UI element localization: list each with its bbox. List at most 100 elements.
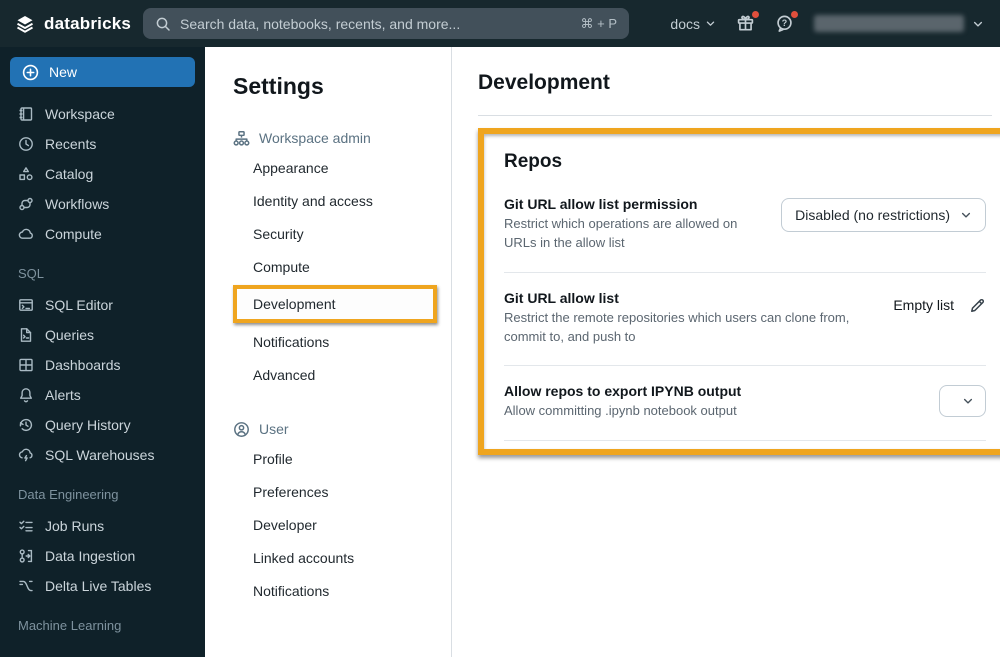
sidebar-section-data-engineering: Data Engineering bbox=[18, 487, 119, 502]
sidebar-item-label: Job Runs bbox=[45, 518, 105, 534]
clock-icon bbox=[18, 136, 34, 152]
search-shortcut-hint: ⌘ + P bbox=[580, 15, 618, 31]
sidebar-item-label: Query History bbox=[45, 417, 131, 433]
setting-row-git-url-allow-list: Git URL allow list Restrict the remote r… bbox=[504, 273, 986, 367]
page-title: Development bbox=[478, 71, 610, 94]
new-button-label: New bbox=[49, 64, 78, 80]
ipynb-output-dropdown[interactable] bbox=[939, 385, 986, 418]
settings-item-preferences[interactable]: Preferences bbox=[253, 475, 451, 508]
settings-item-security[interactable]: Security bbox=[253, 217, 451, 250]
bell-icon bbox=[18, 387, 34, 403]
settings-item-development[interactable]: Development bbox=[253, 290, 427, 318]
sidebar-item-label: SQL Warehouses bbox=[45, 447, 155, 463]
settings-item-linked-accounts[interactable]: Linked accounts bbox=[253, 541, 451, 574]
allow-list-value: Empty list bbox=[893, 297, 954, 314]
edit-pencil-icon[interactable] bbox=[969, 297, 986, 314]
delta-live-tables-icon bbox=[18, 578, 34, 594]
chevron-down-icon bbox=[972, 18, 984, 30]
settings-item-identity-and-access[interactable]: Identity and access bbox=[253, 184, 451, 217]
sidebar-item-compute[interactable]: Compute bbox=[0, 219, 205, 249]
sidebar-item-catalog[interactable]: Catalog bbox=[0, 159, 205, 189]
org-chart-icon bbox=[233, 130, 250, 147]
new-button[interactable]: New bbox=[10, 57, 195, 87]
sidebar-item-recents[interactable]: Recents bbox=[0, 129, 205, 159]
sidebar-item-label: Dashboards bbox=[45, 357, 121, 373]
databricks-logo-icon bbox=[14, 14, 36, 34]
user-circle-icon bbox=[233, 421, 250, 438]
setting-title: Git URL allow list permission bbox=[504, 196, 698, 212]
sidebar-item-job-runs[interactable]: Job Runs bbox=[0, 511, 205, 541]
sql-editor-icon bbox=[18, 297, 34, 313]
sidebar-item-label: Delta Live Tables bbox=[45, 578, 152, 594]
data-ingestion-icon bbox=[18, 548, 34, 564]
settings-section-user[interactable]: User bbox=[233, 416, 451, 442]
setting-description: Restrict the remote repositories which u… bbox=[504, 309, 850, 344]
docs-menu[interactable]: docs bbox=[670, 16, 716, 32]
sidebar-item-workspace[interactable]: Workspace bbox=[0, 99, 205, 129]
sidebar-item-data-ingestion[interactable]: Data Ingestion bbox=[0, 541, 205, 571]
sidebar-item-workflows[interactable]: Workflows bbox=[0, 189, 205, 219]
development-content: Development Repos Git URL allow list per… bbox=[452, 47, 1000, 657]
settings-section-workspace-admin[interactable]: Workspace admin bbox=[233, 125, 451, 151]
sidebar-section-sql: SQL bbox=[18, 266, 45, 281]
sidebar-item-alerts[interactable]: Alerts bbox=[0, 380, 205, 410]
chevron-down-icon bbox=[960, 209, 972, 221]
notification-dot bbox=[752, 11, 759, 18]
sidebar-item-dashboards[interactable]: Dashboards bbox=[0, 350, 205, 380]
admin-settings-list: Appearance Identity and access Security … bbox=[233, 151, 451, 391]
settings-item-notifications-admin[interactable]: Notifications bbox=[253, 325, 451, 358]
section-header-label: User bbox=[259, 421, 289, 437]
sidebar-item-query-history[interactable]: Query History bbox=[0, 410, 205, 440]
git-url-permission-dropdown[interactable]: Disabled (no restrictions) bbox=[781, 198, 986, 232]
chevron-down-icon bbox=[962, 395, 974, 407]
job-runs-icon bbox=[18, 518, 34, 534]
sidebar-item-sql-editor[interactable]: SQL Editor bbox=[0, 290, 205, 320]
global-search-input[interactable]: Search data, notebooks, recents, and mor… bbox=[143, 8, 630, 39]
search-icon bbox=[155, 16, 171, 32]
top-bar: databricks Search data, notebooks, recen… bbox=[0, 0, 1000, 47]
section-header-label: Workspace admin bbox=[259, 130, 371, 146]
git-url-allow-list-value: Empty list bbox=[893, 297, 986, 314]
topbar-actions: docs ? bbox=[670, 11, 984, 33]
whats-new-button[interactable] bbox=[736, 11, 759, 33]
setting-title: Git URL allow list bbox=[504, 289, 619, 306]
settings-item-advanced[interactable]: Advanced bbox=[253, 358, 451, 391]
sidebar-item-label: SQL Editor bbox=[45, 297, 113, 313]
settings-item-notifications-user[interactable]: Notifications bbox=[253, 574, 451, 607]
setting-description: Restrict which operations are allowed on… bbox=[504, 216, 738, 250]
sidebar-item-label: Recents bbox=[45, 136, 97, 152]
setting-row-ipynb-output: Allow repos to export IPYNB output Allow… bbox=[504, 366, 986, 442]
sidebar-item-queries[interactable]: Queries bbox=[0, 320, 205, 350]
settings-title: Settings bbox=[233, 73, 324, 99]
help-button[interactable]: ? bbox=[775, 11, 798, 33]
settings-item-developer[interactable]: Developer bbox=[253, 508, 451, 541]
sidebar-section-machine-learning: Machine Learning bbox=[18, 618, 122, 633]
catalog-icon bbox=[18, 166, 34, 182]
chevron-down-icon bbox=[705, 18, 716, 29]
settings-item-compute[interactable]: Compute bbox=[253, 250, 451, 283]
notification-dot bbox=[791, 11, 798, 18]
development-annotation-highlight: Development bbox=[233, 285, 437, 323]
title-divider bbox=[478, 115, 992, 116]
settings-item-appearance[interactable]: Appearance bbox=[253, 151, 451, 184]
account-menu[interactable] bbox=[814, 15, 984, 32]
databricks-logo[interactable]: databricks bbox=[14, 14, 131, 34]
sidebar-item-label: Queries bbox=[45, 327, 95, 343]
history-icon bbox=[18, 417, 34, 433]
sidebar-item-delta-live-tables[interactable]: Delta Live Tables bbox=[0, 571, 205, 601]
setting-row-git-url-permission: Git URL allow list permission Restrict w… bbox=[504, 179, 986, 273]
sidebar-item-label: Compute bbox=[45, 226, 102, 242]
sidebar-item-label: Catalog bbox=[45, 166, 94, 182]
setting-text: Git URL allow list permission Restrict w… bbox=[504, 196, 781, 253]
sidebar-item-sql-warehouses[interactable]: SQL Warehouses bbox=[0, 440, 205, 470]
sidebar-item-label: Data Ingestion bbox=[45, 548, 136, 564]
workspace-icon bbox=[18, 106, 34, 122]
left-sidebar: New Workspace Recents Catalog Workflows … bbox=[0, 47, 205, 657]
sidebar-item-label: Workspace bbox=[45, 106, 115, 122]
settings-item-profile[interactable]: Profile bbox=[253, 442, 451, 475]
user-settings-list: Profile Preferences Developer Linked acc… bbox=[233, 442, 451, 607]
setting-description: Allow committing .ipynb notebook output bbox=[504, 403, 737, 419]
plus-circle-icon bbox=[22, 64, 39, 81]
repos-heading: Repos bbox=[504, 151, 563, 172]
queries-icon bbox=[18, 327, 34, 343]
